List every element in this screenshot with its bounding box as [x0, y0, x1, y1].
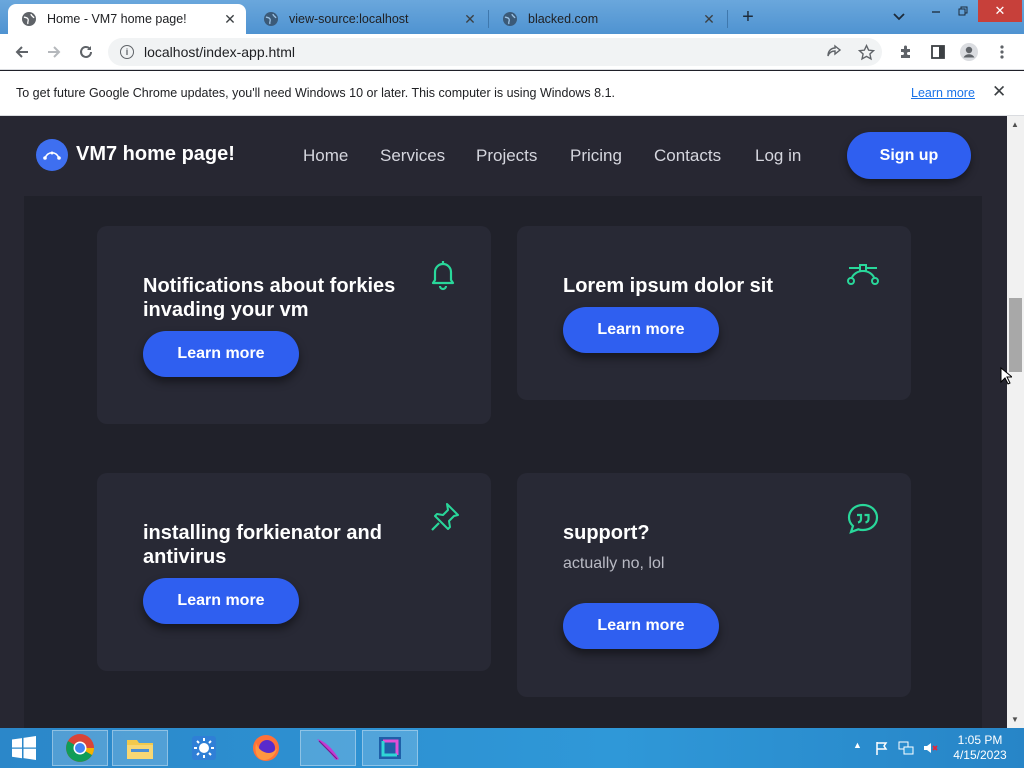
close-tab-icon[interactable]: ✕ [699, 11, 719, 28]
site-header: VM7 home page! Home Services Projects Pr… [0, 116, 1007, 196]
browser-tab-strip: Home - VM7 home page! ✕ view-source:loca… [0, 0, 1024, 34]
profile-avatar-icon[interactable] [957, 40, 981, 64]
tab-blacked[interactable]: blacked.com ✕ [489, 4, 725, 34]
feather-app-icon[interactable] [300, 730, 356, 766]
site-brand[interactable]: VM7 home page! [76, 143, 235, 166]
back-arrow-icon[interactable] [10, 40, 34, 64]
firefox-icon[interactable] [238, 730, 294, 766]
tab-separator [727, 10, 728, 28]
close-icon[interactable]: ✕ [992, 82, 1006, 102]
extensions-puzzle-icon[interactable] [894, 40, 918, 64]
mouse-cursor-icon [1000, 366, 1014, 390]
learn-more-button[interactable]: Learn more [143, 578, 299, 624]
learn-more-button[interactable]: Learn more [563, 307, 719, 353]
weather-icon[interactable] [176, 730, 232, 766]
bookmark-star-icon[interactable] [854, 40, 878, 64]
tab-title: blacked.com [528, 12, 599, 26]
tab-title: view-source:localhost [289, 12, 409, 26]
chrome-icon[interactable] [52, 730, 108, 766]
windows-start-icon[interactable] [0, 730, 48, 766]
learn-more-button[interactable]: Learn more [563, 603, 719, 649]
card-title-line: Lorem ipsum dolor sit [563, 275, 774, 297]
volume-muted-icon[interactable] [922, 740, 938, 759]
logo-icon[interactable] [36, 139, 68, 171]
clock-date: 4/15/2023 [953, 748, 1007, 762]
action-center-flag-icon[interactable] [874, 740, 890, 759]
clock-time: 1:05 PM [957, 733, 1003, 747]
address-bar[interactable]: i localhost/index-app.html [108, 38, 882, 66]
card-title-line: support? [563, 522, 650, 544]
bell-icon [425, 256, 461, 292]
nav-log-in[interactable]: Log in [755, 146, 801, 166]
site-info-icon[interactable]: i [120, 45, 134, 59]
globe-icon [263, 11, 279, 27]
card-subtitle: actually no, lol [563, 555, 665, 572]
chat-quote-icon [845, 501, 881, 537]
bezier-curve-icon [845, 256, 881, 292]
tab-home[interactable]: Home - VM7 home page! ✕ [8, 4, 246, 34]
card-title-line: installing forkienator and [143, 522, 382, 544]
share-icon[interactable] [822, 40, 846, 64]
browser-toolbar: i localhost/index-app.html [0, 34, 1024, 70]
card-title-line: antivirus [143, 546, 227, 568]
square-app-icon[interactable] [362, 730, 418, 766]
feature-card: Notifications about forkies invading you… [97, 226, 491, 424]
globe-icon [21, 11, 37, 27]
file-explorer-icon[interactable] [112, 730, 168, 766]
reload-icon[interactable] [74, 40, 98, 64]
feature-card: support? actually no, lol Learn more [517, 473, 911, 697]
card-title-line: Notifications about forkies [143, 275, 396, 297]
forward-arrow-icon[interactable] [42, 40, 66, 64]
windows-taskbar: ▲ 1:05 PM 4/15/2023 [0, 728, 1024, 768]
card-title-line: invading your vm [143, 299, 309, 321]
tab-search-chevron-icon[interactable] [888, 6, 910, 28]
pin-icon [427, 499, 463, 535]
close-tab-icon[interactable]: ✕ [220, 11, 240, 28]
kebab-menu-icon[interactable] [990, 40, 1014, 64]
nav-pricing[interactable]: Pricing [570, 146, 622, 166]
scrollbar-thumb[interactable] [1009, 298, 1022, 372]
nav-services[interactable]: Services [380, 146, 445, 166]
features-section: Notifications about forkies invading you… [24, 196, 982, 728]
infobar-message: To get future Google Chrome updates, you… [16, 86, 615, 100]
minimize-window-icon[interactable] [922, 0, 950, 22]
system-clock[interactable]: 1:05 PM 4/15/2023 [944, 733, 1016, 763]
url-text: localhost/index-app.html [144, 44, 295, 60]
feature-card: installing forkienator and antivirus Lea… [97, 473, 491, 671]
tab-view-source[interactable]: view-source:localhost ✕ [250, 4, 486, 34]
restore-window-icon[interactable] [950, 0, 976, 22]
sign-up-button[interactable]: Sign up [847, 132, 971, 179]
close-window-icon[interactable]: ✕ [978, 0, 1022, 22]
globe-icon [502, 11, 518, 27]
side-panel-icon[interactable] [926, 40, 950, 64]
network-icon[interactable] [898, 740, 914, 759]
new-tab-button[interactable]: + [738, 6, 758, 29]
close-tab-icon[interactable]: ✕ [460, 11, 480, 28]
learn-more-button[interactable]: Learn more [143, 331, 299, 377]
scroll-down-arrow-icon[interactable]: ▼ [1011, 715, 1019, 724]
update-infobar: To get future Google Chrome updates, you… [0, 71, 1024, 116]
nav-contacts[interactable]: Contacts [654, 146, 721, 166]
page-scrollbar[interactable]: ▲ ▼ [1007, 116, 1024, 728]
nav-home[interactable]: Home [303, 146, 348, 166]
show-hidden-icons-chevron-icon[interactable]: ▲ [853, 740, 862, 750]
feature-card: Lorem ipsum dolor sit Learn more [517, 226, 911, 400]
scroll-up-arrow-icon[interactable]: ▲ [1011, 120, 1019, 129]
learn-more-link[interactable]: Learn more [911, 86, 975, 100]
tab-title: Home - VM7 home page! [47, 12, 187, 26]
nav-projects[interactable]: Projects [476, 146, 537, 166]
web-page: VM7 home page! Home Services Projects Pr… [0, 116, 1007, 728]
